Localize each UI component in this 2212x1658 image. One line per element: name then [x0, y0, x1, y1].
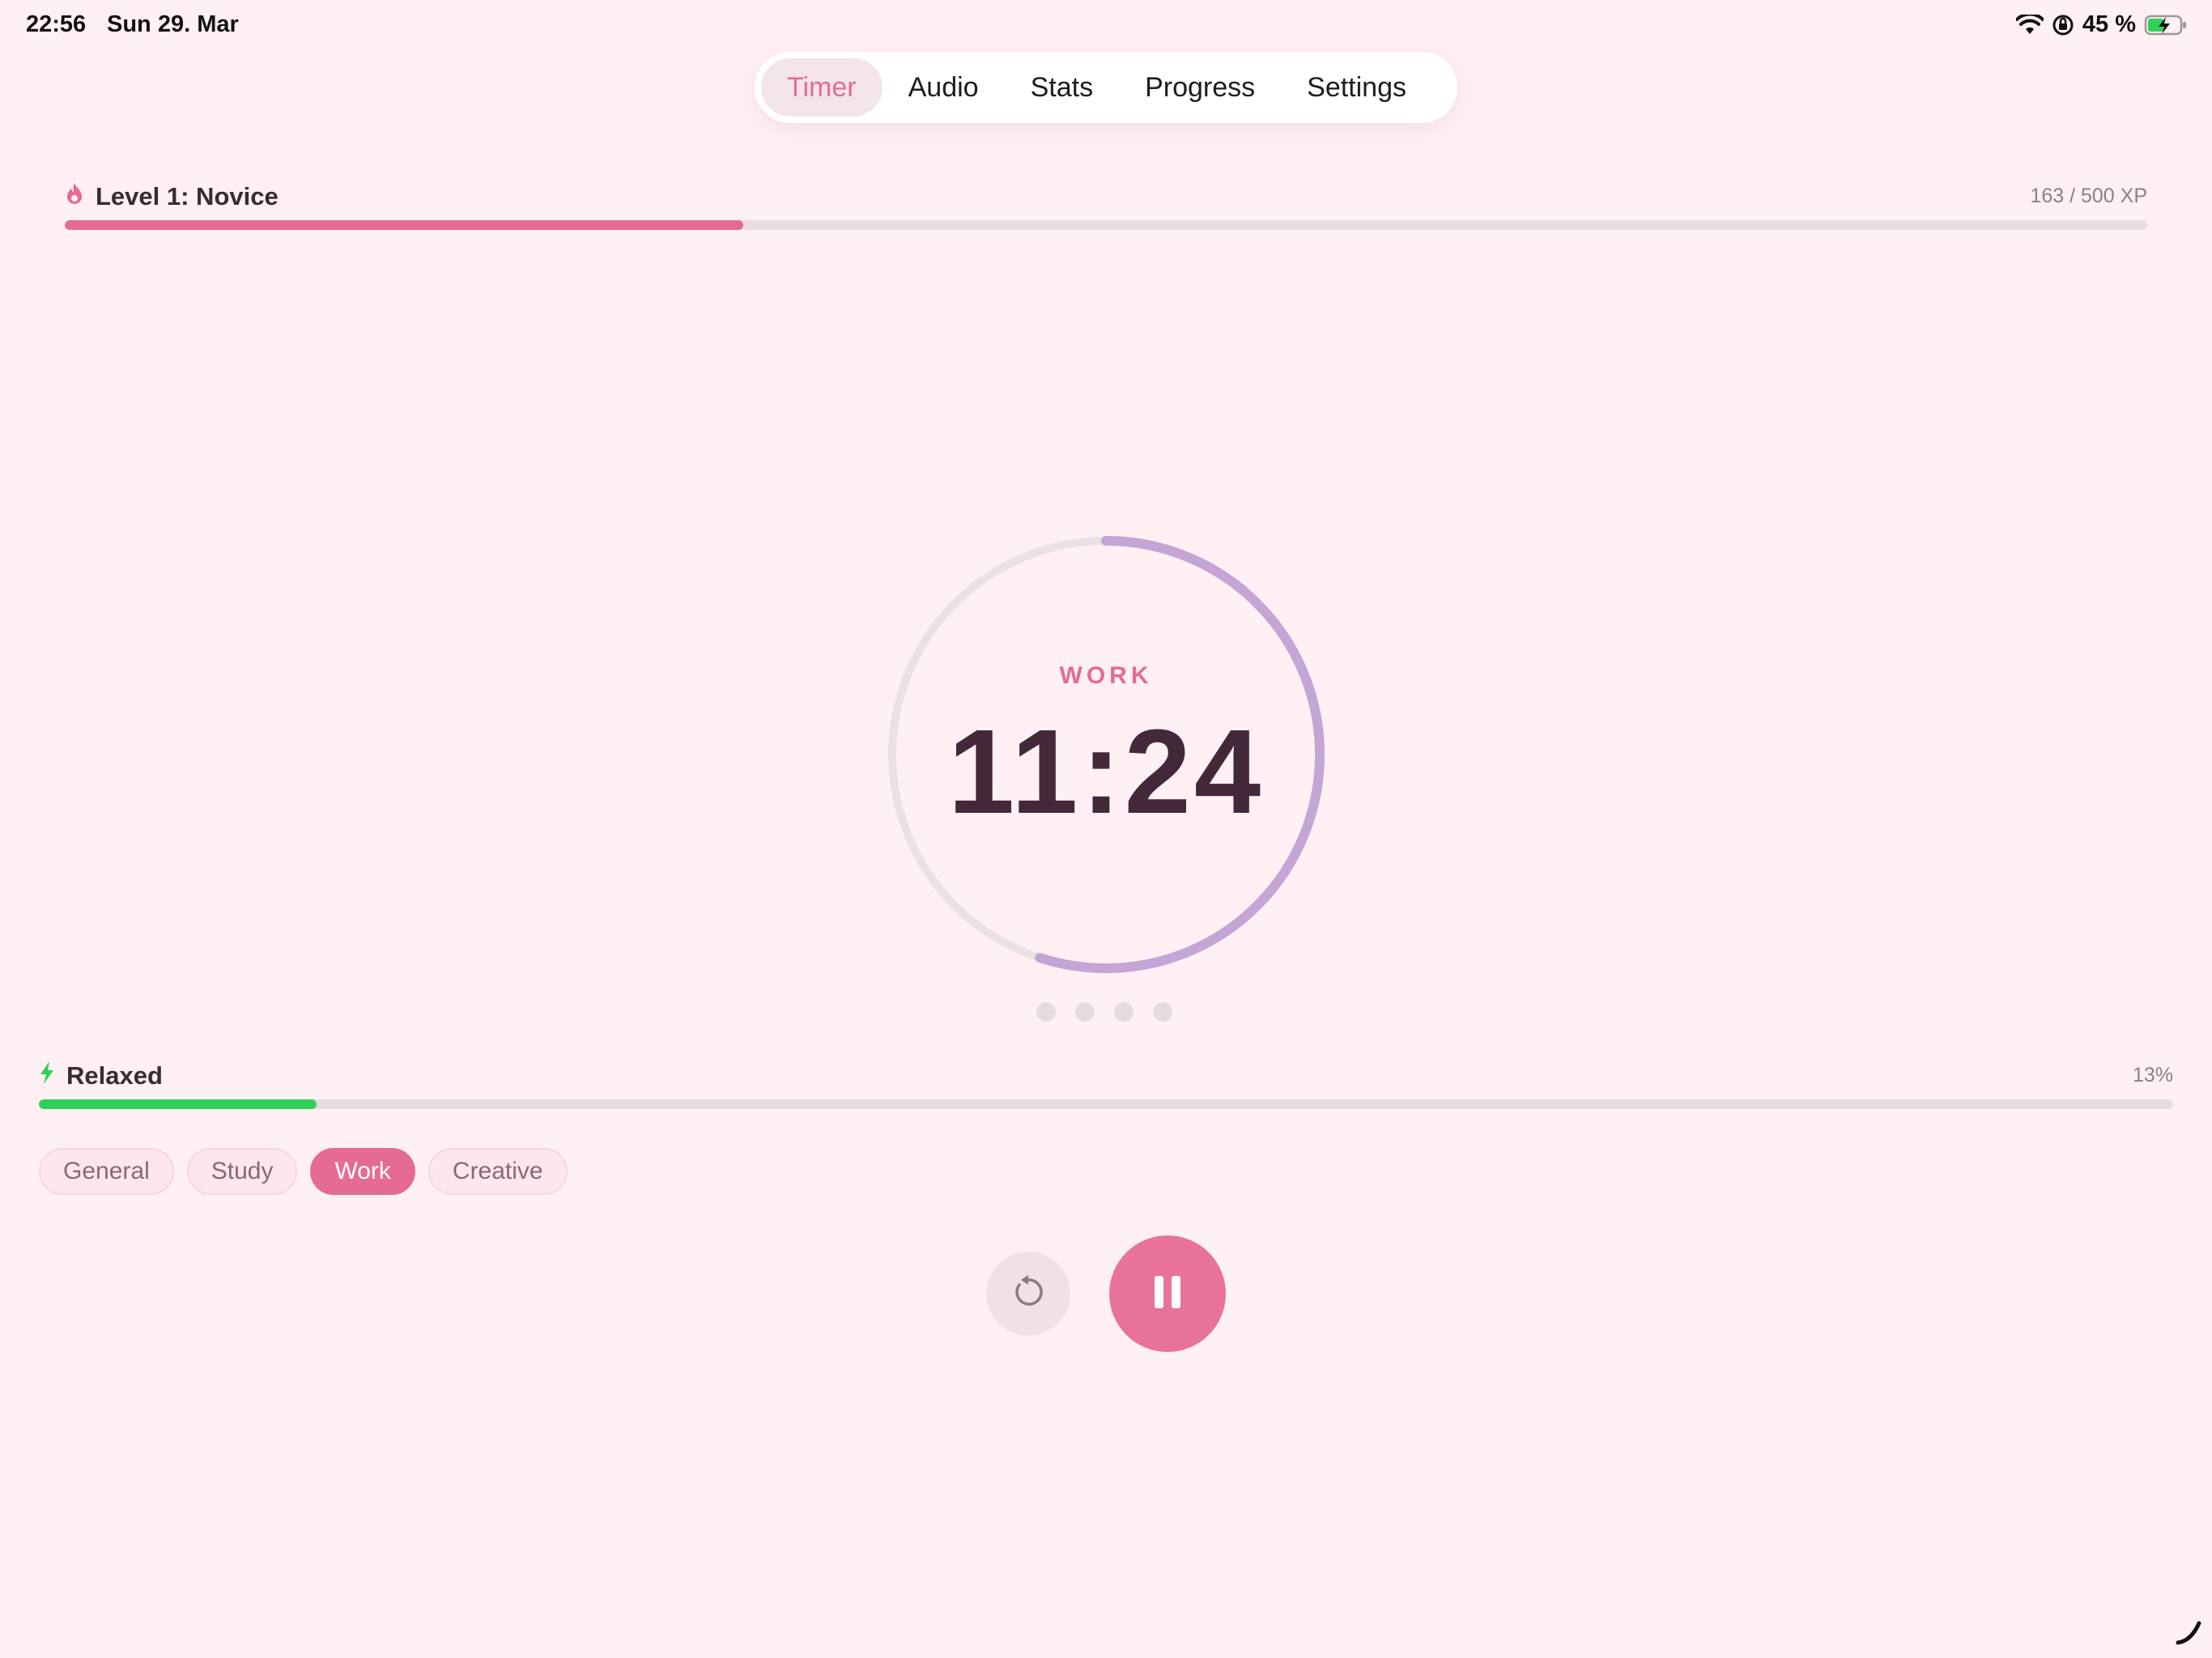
tab-audio[interactable]: Audio	[883, 58, 1005, 117]
tab-timer[interactable]: Timer	[761, 58, 883, 117]
category-chips: General Study Work Creative	[39, 1148, 568, 1195]
tab-stats[interactable]: Stats	[1005, 58, 1119, 117]
session-dots	[1036, 1002, 1172, 1022]
status-time: 22:56	[26, 11, 87, 37]
chip-study[interactable]: Study	[186, 1148, 298, 1195]
chip-general[interactable]: General	[39, 1148, 174, 1195]
tab-progress[interactable]: Progress	[1119, 58, 1281, 117]
orientation-lock-icon	[2052, 14, 2074, 36]
battery-percent: 45 %	[2082, 11, 2136, 37]
flame-icon	[65, 181, 84, 212]
status-indicators: 45 %	[2015, 11, 2188, 38]
pause-button[interactable]	[1109, 1235, 1226, 1352]
status-bar: 22:56 Sun 29. Mar 45 %	[0, 0, 2212, 52]
session-dot	[1075, 1002, 1095, 1022]
pause-icon	[1151, 1273, 1184, 1316]
wifi-icon	[2015, 14, 2044, 36]
energy-fill	[39, 1099, 317, 1109]
reset-button[interactable]	[986, 1252, 1070, 1336]
level-track	[65, 220, 2147, 230]
chip-creative[interactable]: Creative	[428, 1148, 568, 1195]
session-dot	[1036, 1002, 1056, 1022]
timer-ring: WORK 11:24	[886, 534, 1326, 975]
chip-work[interactable]: Work	[310, 1148, 415, 1195]
xp-text: 163 / 500 XP	[2030, 185, 2147, 207]
level-header: Level 1: Novice	[65, 181, 279, 212]
bolt-icon	[39, 1061, 55, 1091]
top-nav: Timer Audio Stats Progress Settings	[755, 52, 1457, 123]
reset-icon	[1010, 1273, 1047, 1315]
level-fill	[65, 220, 744, 230]
status-date: Sun 29. Mar	[107, 11, 239, 37]
tab-settings[interactable]: Settings	[1281, 58, 1432, 117]
session-dot	[1114, 1002, 1134, 1022]
level-label: Level 1: Novice	[96, 182, 279, 210]
battery-charging-icon	[2144, 14, 2188, 36]
energy-header: Relaxed	[39, 1061, 163, 1091]
energy-percent: 13%	[2132, 1064, 2173, 1086]
corner-gesture-icon	[2175, 1617, 2204, 1650]
time-display: 11:24	[947, 705, 1265, 839]
energy-label: Relaxed	[66, 1061, 163, 1090]
energy-track	[39, 1099, 2173, 1109]
mode-label: WORK	[1059, 662, 1153, 689]
session-dot	[1153, 1002, 1172, 1022]
